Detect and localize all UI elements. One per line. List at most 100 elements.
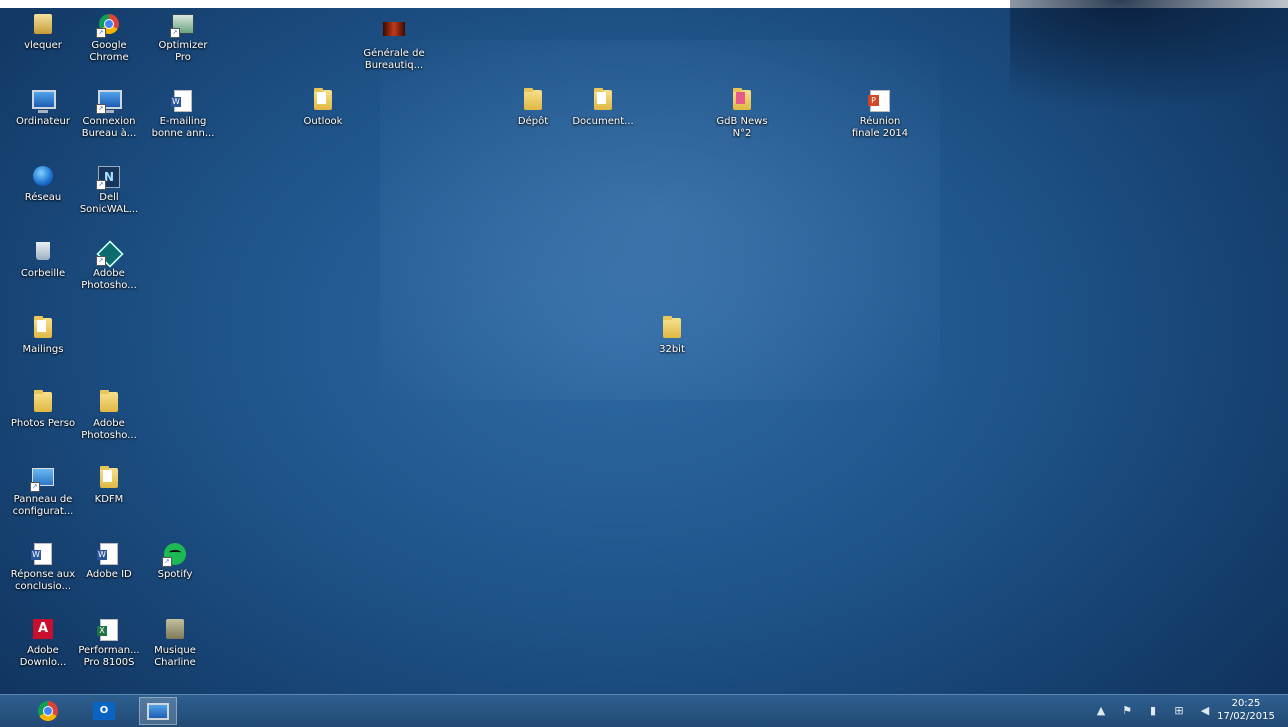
desktop-icon-label: KDFM [94,494,124,505]
desktop-icon-corbeille[interactable]: Corbeille [6,242,80,280]
desktop-icon-document[interactable]: Document... [566,88,640,128]
show-hidden-icons-icon[interactable]: ▲ [1094,705,1108,717]
desktop-icon-adobe-id[interactable]: W Adobe ID [72,543,146,581]
desktop-icon-label: Document... [572,116,634,127]
folder-icon [32,390,54,414]
desktop-icon-adobe-downlo[interactable]: A Adobe Downlo... [6,619,80,669]
desktop-icon-32bit[interactable]: 32bit [635,316,709,356]
folder-icon [592,88,614,112]
shortcut-arrow-icon: ↗ [96,104,106,114]
desktop-icon-label: Google Chrome [89,40,129,63]
shortcut-arrow-icon: ↗ [170,28,180,38]
desktop-icon-label: Connexion Bureau à... [81,116,137,139]
shortcut-arrow-icon: ↗ [96,180,106,190]
desktop-icon-label: Adobe Downlo... [19,645,67,668]
desktop-icon-label: Panneau de configurat... [12,494,74,517]
taskbar-clock[interactable]: 20:25 17/02/2015 [1208,697,1284,723]
desktop-icon-connexion[interactable]: ↗ Connexion Bureau à... [72,90,146,140]
desktop-icon-reseau[interactable]: Réseau [6,166,80,204]
video-file-icon [383,22,405,44]
desktop-icon-label: Adobe Photosho... [81,268,137,291]
desktop-icon-emailing[interactable]: W E-mailing bonne ann... [146,90,220,140]
word-document-icon: W [31,543,54,565]
control-panel-icon: ↗ [30,468,54,492]
folder-icon [98,466,120,490]
clock-time: 20:25 [1231,698,1261,709]
desktop-icon-gdb-news[interactable]: GdB News N°2 [705,88,779,140]
network-icon [32,166,54,188]
desktop-icon-ordinateur[interactable]: Ordinateur [6,90,80,128]
desktop-icon-label: Mailings [22,344,64,355]
adobe-icon: A [32,619,54,641]
desktop-icon-photoshop-2[interactable]: Adobe Photosho... [72,390,146,442]
desktop-icon-label: Adobe ID [86,569,132,580]
taskbar-outlook-button[interactable]: O [85,697,123,725]
desktop-icon-vlequer[interactable]: vlequer [6,14,80,52]
desktop-icon-label: Dépôt [517,116,549,127]
remote-desktop-icon: ↗ [96,90,122,114]
folder-icon [98,390,120,414]
desktop-icon-label: Photos Perso [10,418,76,429]
desktop-icon-label: 32bit [659,344,685,355]
desktop-icon-performan[interactable]: X Performan... Pro 8100S [72,619,146,669]
desktop-icon-label: Réunion finale 2014 [851,116,909,139]
music-folder-icon [164,619,186,641]
desktop-icon-musique[interactable]: Musique Charline [138,619,212,669]
desktop-icon-label: Musique Charline [154,645,196,668]
folder-icon [661,316,683,340]
sonicwall-icon: N ↗ [96,166,120,190]
desktop-icon-label: Dell SonicWAL... [79,192,139,215]
taskbar-chrome-button[interactable] [29,697,67,725]
powerpoint-document-icon: P [868,90,891,112]
remote-desktop-icon [147,702,169,720]
desktop-icon-label: vlequer [24,40,62,51]
desktop-icon-chrome[interactable]: ↗ Google Chrome [72,14,146,64]
desktop-icon-label: Spotify [157,569,193,580]
desktop-icon-reponse[interactable]: W Réponse aux conclusio... [6,543,80,593]
desktop-icon-reunion[interactable]: P Réunion finale 2014 [843,90,917,140]
outlook-icon: O [93,702,115,720]
desktop-icon-depot[interactable]: Dépôt [496,88,570,128]
desktop-icon-label: Corbeille [20,268,66,279]
desktop-icon-generale[interactable]: Générale de Bureautiq... [357,18,431,72]
desktop-icon-mailings[interactable]: Mailings [6,316,80,356]
shortcut-arrow-icon: ↗ [162,557,172,567]
desktop-icon-dell[interactable]: N ↗ Dell SonicWAL... [72,166,146,216]
shortcut-arrow-icon: ↗ [96,28,106,38]
desktop-icon-photoshop-1[interactable]: ↗ Adobe Photosho... [72,240,146,292]
power-icon[interactable]: ▮ [1146,705,1160,717]
desktop-icon-label: Réseau [24,192,62,203]
desktop-icon-optimizer[interactable]: ↗ Optimizer Pro [146,14,220,64]
desktop-icon-spotify[interactable]: ↗ Spotify [138,543,212,581]
desktop-icon-label: Performan... Pro 8100S [78,645,140,668]
recycle-bin-icon [32,242,54,264]
desktop-icon-outlook[interactable]: Outlook [286,88,360,128]
spotify-icon: ↗ [162,543,186,567]
desktop-icon-label: Ordinateur [16,116,70,127]
chrome-icon [38,701,58,721]
desktop-icon-kdfm[interactable]: KDFM [72,466,146,506]
desktop-icon-label: Optimizer Pro [158,40,208,63]
action-center-flag-icon[interactable]: ⚑ [1120,705,1134,717]
desktop-icon-label: Outlook [303,116,343,127]
folder-icon [731,88,753,112]
folder-icon [312,88,334,112]
desktop-icon-photos-perso[interactable]: Photos Perso [6,390,80,430]
desktop-icon-label: Générale de Bureautiq... [363,48,425,71]
shortcut-arrow-icon: ↗ [30,482,40,492]
optimizer-icon: ↗ [170,14,194,38]
desktop-icon-label: GdB News N°2 [716,116,768,139]
chrome-icon: ↗ [96,14,120,38]
excel-document-icon: X [97,619,120,641]
desktop-icon-label: Réponse aux conclusio... [10,569,76,592]
taskbar-remote-desktop-button[interactable] [139,697,177,725]
clock-date: 17/02/2015 [1217,711,1275,722]
taskbar: O ▲ ⚑ ▮ ⊞ ◀ 20:25 17/02/2015 [0,694,1288,727]
network-tray-icon[interactable]: ⊞ [1172,705,1186,717]
user-folder-icon [32,14,54,36]
computer-icon [32,90,56,113]
folder-icon [32,316,54,340]
word-document-icon: W [97,543,120,565]
shortcut-arrow-icon: ↗ [96,256,106,266]
desktop-icon-panneau[interactable]: ↗ Panneau de configurat... [6,468,80,518]
